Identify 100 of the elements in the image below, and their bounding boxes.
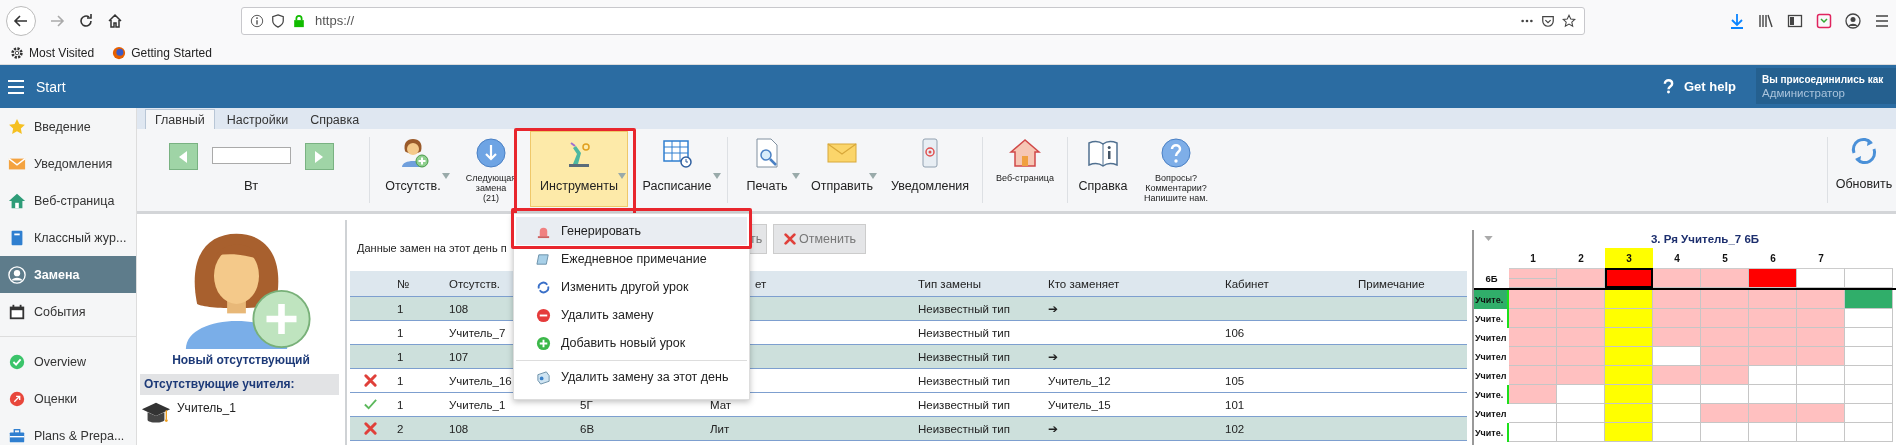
toolbar-button[interactable]: Уведомления (882, 131, 978, 207)
list-header: Отсутствующие учителя: (140, 374, 339, 395)
caret-icon (618, 173, 626, 179)
sidebar-item[interactable]: Введение (0, 108, 136, 145)
table-cell: Неизвестный тип (918, 398, 1010, 411)
address-field[interactable]: https:// (241, 6, 1585, 35)
add-absent-label[interactable]: Новый отсутствующий (172, 353, 310, 367)
menu-icon[interactable] (1874, 12, 1890, 29)
library-icon[interactable] (1758, 12, 1774, 29)
toolbar-button[interactable]: Отправить (805, 131, 879, 207)
period-header[interactable]: 5 (1701, 248, 1749, 268)
timetable-title: 3. Ря Учитель_7 6Б (1650, 233, 1760, 245)
teacher-label[interactable]: Учите. (1474, 385, 1509, 404)
account-box[interactable]: Вы присоединились как Администратор (1756, 68, 1896, 104)
download-icon[interactable] (1729, 12, 1745, 29)
previous-button[interactable] (168, 143, 198, 170)
toolbar-button[interactable]: Расписание (631, 131, 723, 207)
note-icon (536, 251, 551, 267)
table-cell: Учитель_7 (449, 326, 506, 339)
ribbon-tab[interactable]: Справка (300, 109, 370, 129)
toolbar-button[interactable]: Инструменты (530, 131, 628, 207)
toolbar-button[interactable]: Отсутств. (374, 131, 452, 207)
period-header[interactable]: 3 (1605, 248, 1653, 268)
toolbar-button[interactable]: Вопросы? Комментарии? Напишите нам. (1137, 131, 1215, 207)
teacher-item[interactable]: Учитель_1 (137, 395, 345, 433)
menu-icon[interactable] (8, 79, 24, 94)
sidebar-item[interactable]: Веб-страница (0, 182, 136, 219)
sidebar-item[interactable]: События (0, 293, 136, 330)
account-icon[interactable] (1845, 12, 1861, 29)
caret-icon[interactable] (1484, 236, 1493, 241)
date-field[interactable] (211, 147, 291, 164)
right-triangle-icon (314, 150, 324, 163)
ribbon-tab[interactable]: Главный (145, 109, 215, 129)
reload-icon[interactable] (78, 12, 94, 29)
table-cell: ➔ (1048, 301, 1058, 316)
timetable-cell[interactable] (1605, 268, 1653, 288)
teacher-label[interactable]: Учите. (1474, 290, 1509, 309)
help-icon (1160, 137, 1192, 169)
help-icon[interactable] (1663, 79, 1674, 94)
toolbar-button[interactable]: Следующая замена (21) (455, 131, 527, 207)
plus-circle-icon (536, 335, 551, 351)
toolbar-button[interactable]: Обновить (1832, 129, 1896, 205)
menu-item[interactable]: Генерировать (516, 217, 747, 245)
teacher-label[interactable]: Учител (1474, 366, 1509, 385)
table-cell: 108 (449, 302, 469, 315)
table-cell: 1 (397, 350, 404, 363)
shield-icon[interactable] (271, 13, 285, 28)
sidebar-item[interactable]: Замена (0, 256, 136, 293)
teacher-label[interactable]: Учите. (1474, 309, 1509, 328)
lock-icon[interactable] (292, 13, 306, 28)
table-cell: Лит (710, 422, 730, 435)
sidebar-item[interactable]: Уведомления (0, 145, 136, 182)
sidebar-item[interactable]: Оценки (0, 380, 136, 417)
ribbon-tab[interactable]: Настройки (216, 109, 299, 129)
teacher-label[interactable]: Учител (1474, 347, 1509, 366)
column-header[interactable]: Примечание (1358, 277, 1425, 290)
star-icon[interactable] (1562, 13, 1576, 28)
column-header[interactable]: Отсутств. (449, 277, 501, 290)
table-cell: Неизвестный тип (918, 374, 1010, 387)
toolbar-button[interactable]: Печать (732, 131, 802, 207)
toolbar-button[interactable]: Справка (1072, 131, 1134, 207)
next-button[interactable] (304, 143, 334, 170)
sidebar-item[interactable]: Классный жур... (0, 219, 136, 256)
period-header[interactable]: 7 (1797, 248, 1845, 268)
table-row[interactable]: 2 108 6В Лит Неизвестный тип ➔ 102 (350, 417, 1467, 441)
toolbar-button[interactable]: Веб-страница (987, 131, 1063, 207)
period-header[interactable]: 4 (1653, 248, 1701, 268)
menu-item[interactable]: Удалить замену за этот день (516, 360, 747, 393)
period-header[interactable]: 2 (1557, 248, 1605, 268)
sidebar-item[interactable]: Overview (0, 343, 136, 380)
sidebar-item[interactable]: Plans & Prepa... (0, 417, 136, 445)
table-cell: 106 (1225, 326, 1245, 339)
pocket-icon[interactable] (1816, 12, 1832, 29)
period-header[interactable]: 1 (1509, 248, 1557, 268)
help-link[interactable]: Get help (1684, 79, 1736, 94)
period-header[interactable]: 6 (1749, 248, 1797, 268)
teacher-label[interactable]: Учител (1474, 404, 1509, 423)
sidebar-icon[interactable] (1787, 12, 1803, 29)
teacher-label[interactable]: Учител (1474, 328, 1509, 347)
table-cell: Неизвестный тип (918, 326, 1010, 339)
bookmark[interactable]: Getting Started (112, 45, 212, 60)
column-header[interactable]: № (397, 277, 410, 290)
bookmark[interactable]: Most Visited (10, 45, 95, 60)
pocket-icon[interactable] (1541, 13, 1555, 28)
column-header[interactable]: Тип замены (918, 277, 981, 290)
teacher-label[interactable]: Учите. (1474, 423, 1509, 442)
back-button[interactable] (6, 5, 36, 36)
column-header[interactable]: Кто заменяет (1048, 277, 1120, 290)
forward-icon[interactable] (49, 12, 65, 29)
column-header[interactable]: Кабинет (1225, 277, 1269, 290)
cancel-button[interactable]: Отменить (773, 223, 867, 254)
home-icon[interactable] (107, 12, 123, 29)
caret-icon (442, 173, 450, 179)
globe-icon (112, 45, 127, 60)
info-icon[interactable] (250, 13, 264, 28)
table-cell: 1 (397, 398, 404, 411)
star-icon (8, 117, 26, 136)
column-header[interactable]: ет (755, 277, 767, 290)
refresh-icon (536, 279, 551, 295)
house-icon (8, 191, 26, 210)
